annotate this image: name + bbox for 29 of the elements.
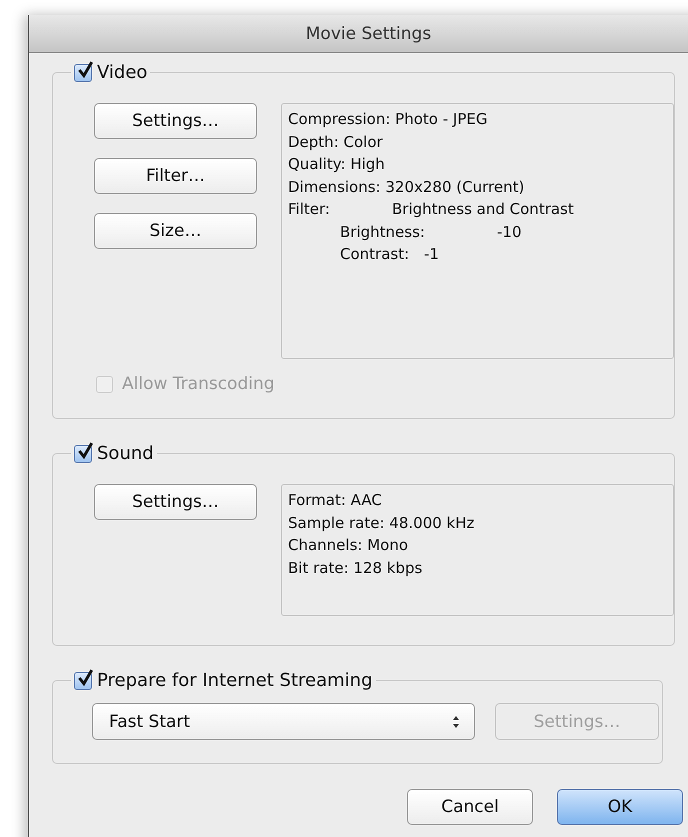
info-text: Sample rate: 48.000 kHz xyxy=(288,512,476,534)
checkbox[interactable] xyxy=(74,444,92,462)
ok-button[interactable]: OK xyxy=(557,789,683,825)
info-text: Bit rate: 128 kbps xyxy=(288,558,424,578)
window-title: Movie Settings xyxy=(306,24,432,44)
settings-button[interactable]: Settings… xyxy=(94,484,257,520)
info-text: -10 xyxy=(497,222,522,240)
info-text: Dimensions: 320x280 (Current) xyxy=(288,176,526,198)
settings-button[interactable]: Size… xyxy=(94,213,257,249)
info-text: Channels: Mono xyxy=(288,535,410,556)
stepper-arrows-icon xyxy=(452,714,460,728)
info-text: Contrast: xyxy=(340,244,410,265)
dropdown[interactable]: Fast Start xyxy=(92,703,475,740)
info-text: Depth: Color xyxy=(288,132,384,152)
checkbox[interactable] xyxy=(74,672,92,690)
info-text: -1 xyxy=(424,245,439,263)
checkbox-label[interactable]: Prepare for Internet Streaming xyxy=(97,670,373,691)
info-text: Format: AAC xyxy=(288,490,383,511)
info-text: Quality: High xyxy=(288,154,386,175)
info-text: Brightness: xyxy=(340,222,426,242)
settings-button[interactable]: Settings… xyxy=(94,103,257,139)
info-text: Filter: xyxy=(288,199,331,220)
checkbox-label[interactable]: Sound xyxy=(97,443,154,464)
info-text: Compression: Photo - JPEG xyxy=(288,109,488,130)
checkbox[interactable] xyxy=(74,64,92,82)
checkbox-label[interactable]: Video xyxy=(97,62,148,83)
info-text: Brightness and Contrast xyxy=(392,200,574,218)
cancel-button[interactable]: Cancel xyxy=(407,789,533,825)
settings-button[interactable]: Filter… xyxy=(94,158,257,194)
